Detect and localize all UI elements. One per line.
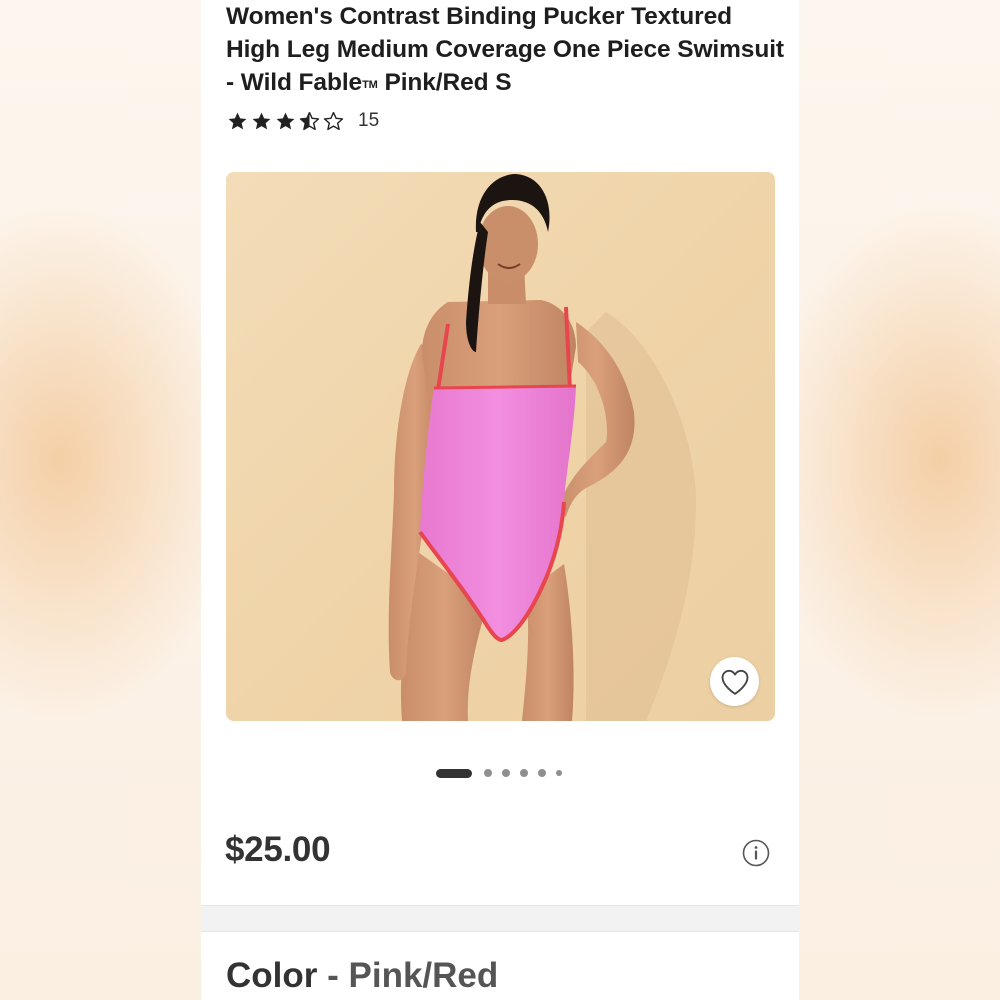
color-value: Pink/Red [348,956,499,995]
product-rating[interactable]: 15 [227,110,379,132]
carousel-indicator [436,768,572,778]
half-star-icon [299,111,320,130]
product-title: Women's Contrast Binding Pucker Textured… [226,0,786,102]
star-icon [228,112,247,129]
product-title-variant: Pink/Red S [384,69,512,96]
product-image-carousel[interactable] [226,172,775,721]
trademark-symbol: TM [362,79,378,91]
favorite-button[interactable] [710,657,759,706]
star-outline-icon [323,111,344,130]
review-count[interactable]: 15 [358,110,379,132]
color-label: Color [226,956,318,995]
color-selection-heading: Color - Pink/Red [226,956,498,996]
info-circle-icon[interactable] [741,838,771,868]
section-divider [201,905,799,932]
carousel-dot[interactable] [502,769,510,777]
star-icon [252,112,271,129]
product-price: $25.00 [225,830,331,869]
star-icon [276,112,295,129]
product-photo [226,172,775,721]
heart-outline-icon [721,669,748,695]
color-separator: - [327,956,339,995]
carousel-dot[interactable] [520,769,528,777]
carousel-dot[interactable] [538,769,546,777]
carousel-dot-active[interactable] [436,768,472,778]
product-page: Women's Contrast Binding Pucker Textured… [201,0,799,1000]
carousel-dot[interactable] [556,770,562,776]
carousel-dot[interactable] [484,769,492,777]
